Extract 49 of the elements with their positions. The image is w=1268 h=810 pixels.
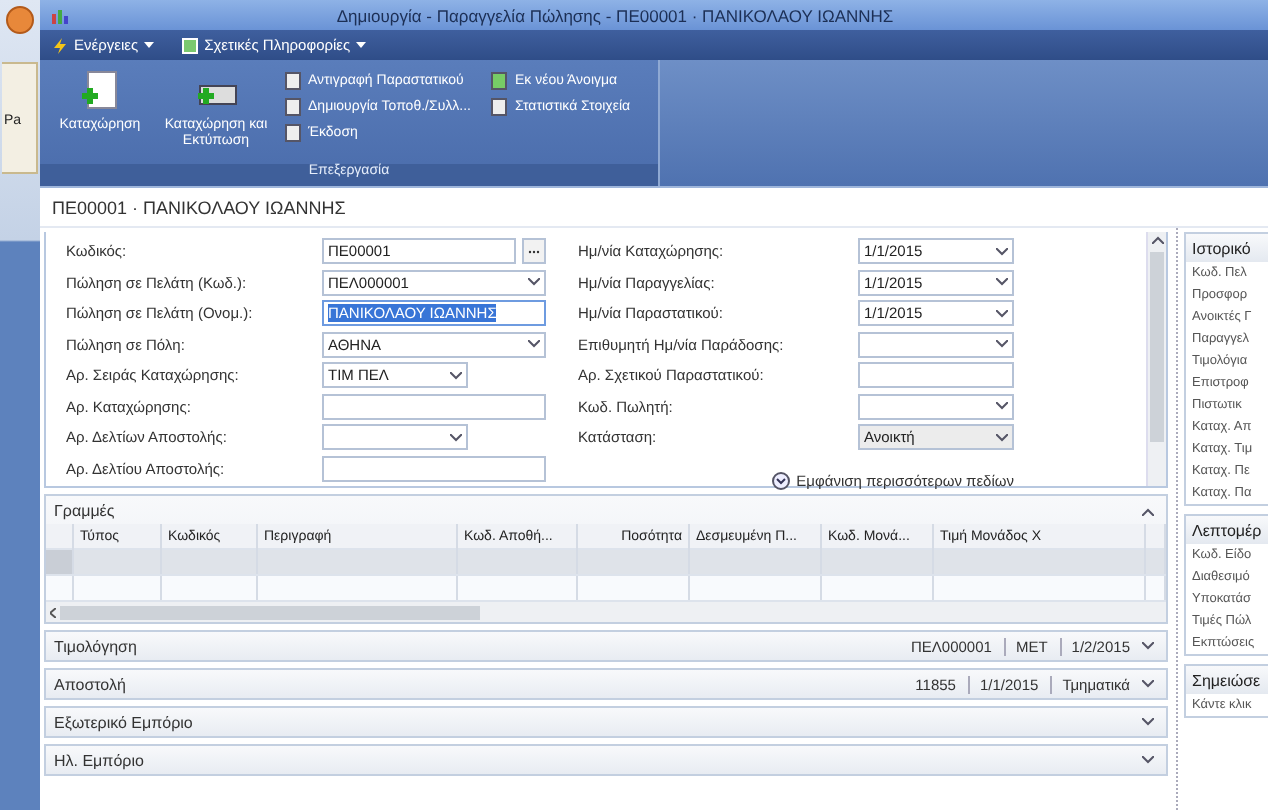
dropdown-field[interactable] xyxy=(322,424,468,451)
window-title: Δημιουργία - Παραγγελία Πώλησης - ΠΕ00001 · ΠΑΝΙΚΟΛΑΟΥ ΙΩΑΝΝΗΣ xyxy=(334,5,896,25)
section-title: Εξωτερικό Εμπόριο xyxy=(54,713,195,731)
lookup-button[interactable] xyxy=(522,238,546,265)
caret-icon xyxy=(996,433,1008,442)
input-field[interactable] xyxy=(858,362,1014,389)
app-logo-icon[interactable] xyxy=(6,6,34,34)
section-title: Ηλ. Εμπόριο xyxy=(54,751,146,769)
caret-icon xyxy=(449,371,462,380)
section-title: Αποστολή xyxy=(54,675,128,693)
factbox-title: Σημειώσε xyxy=(1186,666,1268,694)
dropdown-field[interactable] xyxy=(858,393,1014,420)
app-icon xyxy=(52,7,70,23)
lightning-icon xyxy=(52,37,68,53)
caret-icon xyxy=(996,402,1008,411)
expand-icon xyxy=(772,471,791,489)
caret-icon xyxy=(144,42,155,48)
section-title: Τιμολόγηση xyxy=(54,637,139,655)
horizontal-scrollbar[interactable] xyxy=(46,602,1166,622)
input-field[interactable] xyxy=(322,455,546,482)
input-field[interactable] xyxy=(322,393,546,420)
section-title: Γραμμές xyxy=(54,501,117,519)
caret-icon xyxy=(996,278,1008,287)
caret-icon xyxy=(528,340,540,349)
expand-icon xyxy=(1142,718,1154,726)
table-row[interactable] xyxy=(46,550,1166,576)
collapsible-section[interactable]: Εξωτερικό Εμπόριο xyxy=(44,706,1168,738)
caret-icon xyxy=(996,309,1008,318)
caret-icon xyxy=(449,433,462,442)
page-header: ΠΕ00001 · ΠΑΝΙΚΟΛΑΟΥ ΙΩΑΝΝΗΣ xyxy=(40,188,1268,228)
factbox-title: Λεπτομέρ xyxy=(1186,516,1268,544)
ellipsis-icon xyxy=(528,249,540,254)
caret-icon xyxy=(356,42,367,48)
collapse-icon xyxy=(1151,236,1163,244)
scrollbar[interactable] xyxy=(1146,232,1166,486)
caret-icon xyxy=(996,340,1008,349)
caret-icon xyxy=(996,247,1008,256)
expand-icon xyxy=(1142,680,1154,688)
expand-icon xyxy=(1142,756,1154,764)
factbox-title: Ιστορικό xyxy=(1186,234,1268,262)
collapse-icon xyxy=(1142,507,1154,515)
dropdown-field[interactable] xyxy=(858,331,1014,358)
scroll-left-icon xyxy=(50,607,56,617)
document-icon xyxy=(182,37,199,53)
document-add-icon xyxy=(78,70,122,114)
caret-icon xyxy=(528,278,540,287)
table-row[interactable] xyxy=(46,576,1166,602)
expand-icon xyxy=(1142,642,1154,650)
collapsible-section[interactable]: Ηλ. Εμπόριο xyxy=(44,744,1168,776)
